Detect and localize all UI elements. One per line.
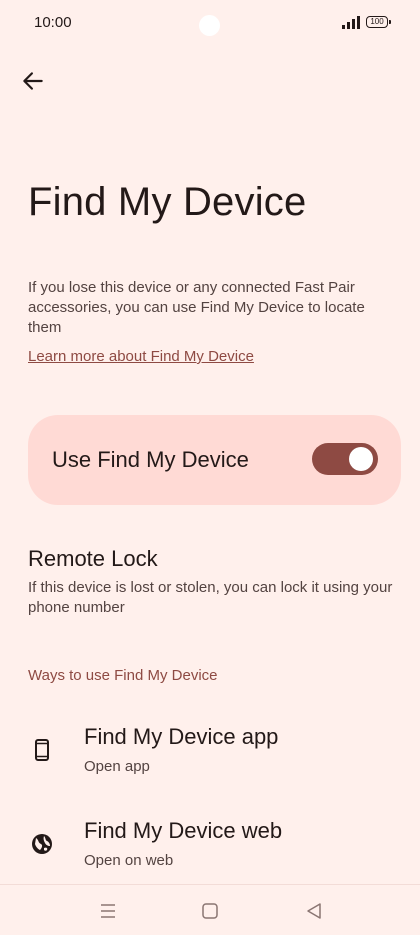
phone-icon — [35, 739, 49, 761]
use-find-my-device-switch[interactable] — [312, 443, 378, 475]
find-my-device-app-item[interactable]: Find My Device app Open app — [0, 716, 420, 796]
find-my-device-web-item[interactable]: Find My Device web Open on web — [0, 810, 420, 890]
list-item-subtitle: Open on web — [84, 852, 174, 869]
remote-lock-description: If this device is lost or stolen, you ca… — [28, 579, 393, 616]
list-item-subtitle: Open app — [84, 758, 150, 775]
navigation-bar — [0, 884, 420, 935]
list-item-title: Find My Device web — [84, 818, 283, 843]
home-icon[interactable] — [198, 899, 222, 923]
section-header: Ways to use Find My Device — [28, 667, 218, 684]
list-item-title: Find My Device app — [84, 724, 279, 749]
globe-icon — [32, 834, 52, 854]
page-title: Find My Device — [28, 180, 307, 224]
use-find-my-device-card[interactable]: Use Find My Device — [28, 415, 401, 505]
back-arrow-icon[interactable] — [20, 68, 46, 94]
switch-knob — [349, 447, 373, 471]
battery-icon: 100 — [366, 16, 391, 28]
status-time: 10:00 — [34, 14, 72, 31]
remote-lock-title: Remote Lock — [28, 546, 158, 571]
camera-cutout — [199, 15, 220, 36]
status-bar: 10:00 100 — [0, 0, 420, 48]
battery-level: 100 — [370, 17, 384, 26]
signal-icon — [342, 16, 360, 29]
nav-divider — [0, 884, 420, 885]
learn-more-link[interactable]: Learn more about Find My Device — [28, 348, 254, 365]
menu-icon[interactable] — [96, 899, 120, 923]
use-find-my-device-label: Use Find My Device — [52, 447, 249, 472]
page-description: If you lose this device or any connected… — [28, 279, 365, 336]
back-nav-icon[interactable] — [302, 899, 326, 923]
